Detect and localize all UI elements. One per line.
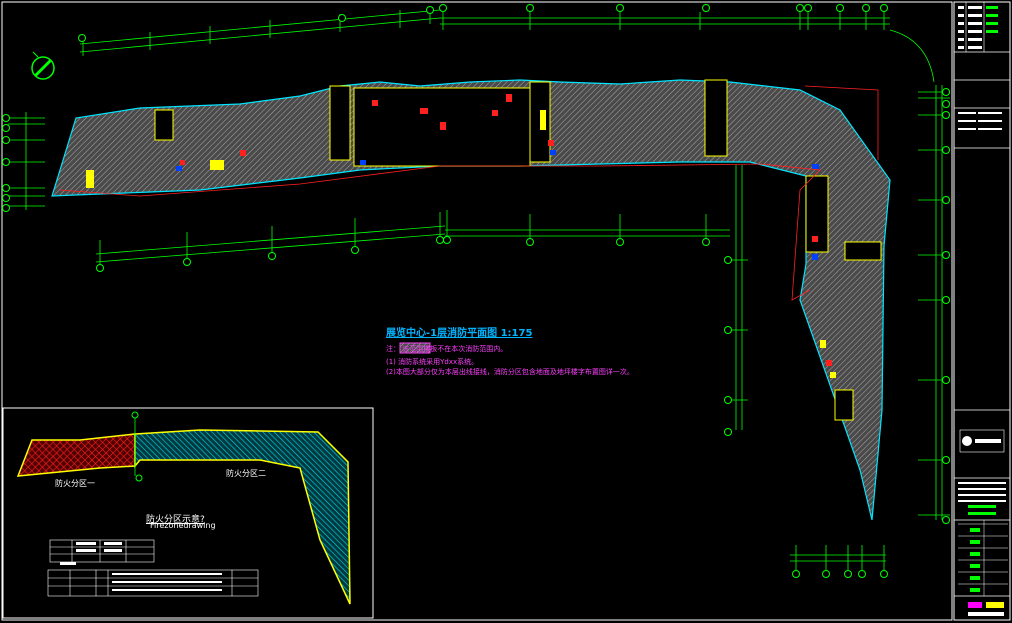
note-line-1: 注： 该范围楼板不在本次消防范围内。 — [386, 345, 508, 353]
north-arrow-icon — [31, 51, 55, 80]
plan-title: 展览中心-1层消防平面图 1:175 — [386, 328, 533, 339]
fire-zone-table — [47, 539, 259, 597]
fire-zone-two-label: 防火分区二 — [226, 469, 266, 478]
note-line-2: (1) 消防系统采用Ydxx系统。 — [386, 358, 479, 366]
fire-zone-one-label: 防火分区一 — [55, 479, 95, 488]
fire-zone-diagram-subtitle: Firezonedrawing — [150, 521, 216, 530]
note-line-3: (2)本图大部分仅为本层出线接线，消防分区包含地面及地坪楼字布置图详一次。 — [386, 368, 634, 376]
fire-zone-diagram — [16, 411, 351, 605]
title-block — [953, 1, 1011, 621]
logo-mark-icon — [962, 436, 972, 446]
